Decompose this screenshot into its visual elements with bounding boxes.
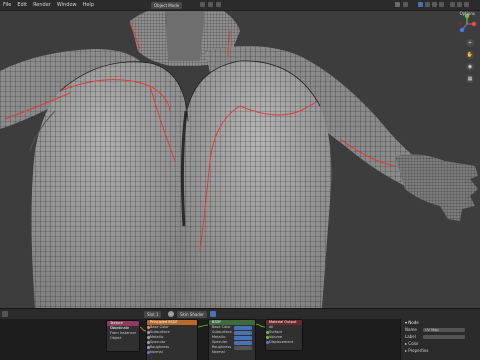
node-socket-row: Normal xyxy=(212,350,225,354)
wireframe-mesh xyxy=(0,11,478,308)
zoom-icon[interactable]: + xyxy=(466,39,474,47)
options-dropdown[interactable]: Options xyxy=(460,11,475,16)
texture-coordinate-node[interactable]: Texture Coordinate UV From Instancer Obj… xyxy=(106,320,140,352)
menu-window[interactable]: Window xyxy=(54,2,80,8)
snap-icon[interactable] xyxy=(457,2,462,7)
rendered-shading-icon[interactable] xyxy=(432,2,437,7)
xray-icon[interactable] xyxy=(395,2,400,7)
name-label: Name xyxy=(405,327,417,332)
proportional-icon[interactable] xyxy=(464,2,469,7)
material-sphere-icon xyxy=(168,311,174,317)
material-name-field[interactable]: Skin Shader xyxy=(176,310,208,319)
shading-options-icon[interactable] xyxy=(439,2,444,7)
camera-icon[interactable]: ◉ xyxy=(466,63,474,71)
label-field[interactable] xyxy=(423,334,465,339)
node-links xyxy=(136,323,267,332)
node-socket-row: Displacement xyxy=(266,340,302,345)
select-menu-icon[interactable] xyxy=(208,2,213,7)
solid-shading-icon[interactable] xyxy=(418,2,423,7)
label-row: Label xyxy=(401,333,480,340)
menu-help[interactable]: Help xyxy=(80,2,97,8)
properties-section-header[interactable]: ▸ Properties xyxy=(401,347,480,354)
axis-gizmo[interactable] xyxy=(456,13,478,35)
slot-dropdown[interactable]: Slot 1 xyxy=(143,310,163,319)
node-section-header[interactable]: ▾ Node xyxy=(401,319,480,326)
editor-type-icon[interactable] xyxy=(2,311,8,317)
color-section-header[interactable]: ▸ Color xyxy=(401,340,480,347)
view-menu-icon[interactable] xyxy=(200,2,205,7)
material-shading-icon[interactable] xyxy=(425,2,430,7)
node-properties-panel: ▾ Node Name UV Map Label ▸ Color ▸ Prope… xyxy=(400,319,480,360)
pan-hand-icon[interactable]: ✋ xyxy=(466,51,474,59)
node-editor-header: Slot 1 Skin Shader xyxy=(0,308,480,319)
menu-edit[interactable]: Edit xyxy=(14,2,30,8)
bsdf-values-node[interactable]: BSDF Base Color Subsurface Metallic Spec… xyxy=(208,319,256,360)
material-output-node[interactable]: Material Output All Surface Volume Displ… xyxy=(265,319,303,351)
use-nodes-icon[interactable] xyxy=(210,311,216,317)
label-label: Label xyxy=(405,334,416,339)
principled-bsdf-node[interactable]: Principled BSDF Base Color Subsurface Me… xyxy=(146,319,198,360)
node-editor[interactable]: Texture Coordinate UV From Instancer Obj… xyxy=(0,319,400,360)
overlay-icon[interactable] xyxy=(403,2,408,7)
mode-dropdown[interactable]: Object Mode xyxy=(150,1,184,10)
name-row: Name UV Map xyxy=(401,326,480,333)
name-field[interactable]: UV Map xyxy=(423,327,465,332)
3d-viewport[interactable]: + ✋ ◉ ▦ Options xyxy=(0,11,480,308)
perspective-grid-icon[interactable]: ▦ xyxy=(466,75,474,83)
add-menu-icon[interactable] xyxy=(216,2,221,7)
menu-file[interactable]: File xyxy=(0,2,14,8)
top-menu-bar: File Edit Render Window Help Object Mode xyxy=(0,0,480,11)
gizmo-toggle-icon[interactable] xyxy=(450,2,455,7)
menu-render[interactable]: Render xyxy=(30,2,54,8)
node-socket-row: Object xyxy=(110,336,122,340)
node-socket-row: Normal xyxy=(147,350,197,355)
